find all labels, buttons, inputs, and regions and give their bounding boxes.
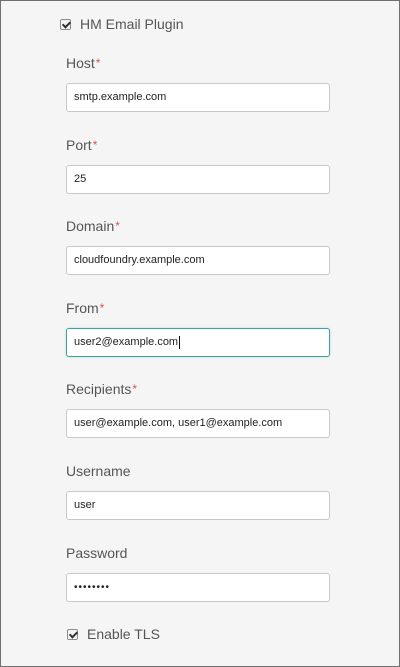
tls-toggle-row[interactable]: Enable TLS [67, 623, 160, 645]
from-label: From [66, 300, 99, 316]
password-field-group: Password •••••••• [66, 544, 330, 602]
domain-field-group: Domain* cloudfoundry.example.com [66, 217, 330, 275]
required-asterisk: * [92, 138, 98, 152]
host-input[interactable]: smtp.example.com [66, 83, 330, 112]
domain-label: Domain [66, 218, 115, 234]
from-field-group: From* user2@example.com [66, 299, 330, 357]
tls-checkbox[interactable] [67, 628, 78, 640]
port-input[interactable]: 25 [66, 165, 330, 194]
host-value: smtp.example.com [74, 91, 167, 103]
tls-label: Enable TLS [87, 626, 160, 642]
host-field-group: Host* smtp.example.com [66, 54, 330, 112]
required-asterisk: * [132, 382, 138, 396]
from-value: user2@example.com [74, 336, 179, 348]
port-field-group: Port* 25 [66, 136, 330, 194]
required-asterisk: * [95, 56, 101, 70]
password-input[interactable]: •••••••• [66, 573, 330, 602]
username-label: Username [66, 463, 131, 479]
recipients-input[interactable]: user@example.com, user1@example.com [66, 409, 330, 438]
port-value: 25 [74, 173, 87, 185]
username-field-group: Username user [66, 462, 330, 520]
password-label: Password [66, 545, 128, 561]
username-input[interactable]: user [66, 491, 330, 520]
from-input[interactable]: user2@example.com [66, 328, 330, 357]
domain-value: cloudfoundry.example.com [74, 254, 205, 266]
required-asterisk: * [99, 301, 105, 315]
plugin-checkbox[interactable] [60, 18, 71, 30]
password-value: •••••••• [74, 582, 111, 593]
text-cursor [179, 335, 181, 349]
recipients-value: user@example.com, user1@example.com [74, 417, 283, 429]
port-label: Port [66, 137, 92, 153]
required-asterisk: * [115, 219, 120, 233]
host-label: Host [66, 55, 95, 71]
domain-input[interactable]: cloudfoundry.example.com [66, 246, 330, 275]
username-value: user [74, 499, 96, 511]
plugin-label: HM Email Plugin [80, 16, 184, 32]
plugin-toggle-row[interactable]: HM Email Plugin [60, 13, 183, 35]
recipients-label: Recipients [66, 381, 132, 397]
settings-panel: HM Email Plugin Host* smtp.example.com P… [0, 0, 400, 667]
recipients-field-group: Recipients* user@example.com, user1@exam… [66, 380, 330, 438]
